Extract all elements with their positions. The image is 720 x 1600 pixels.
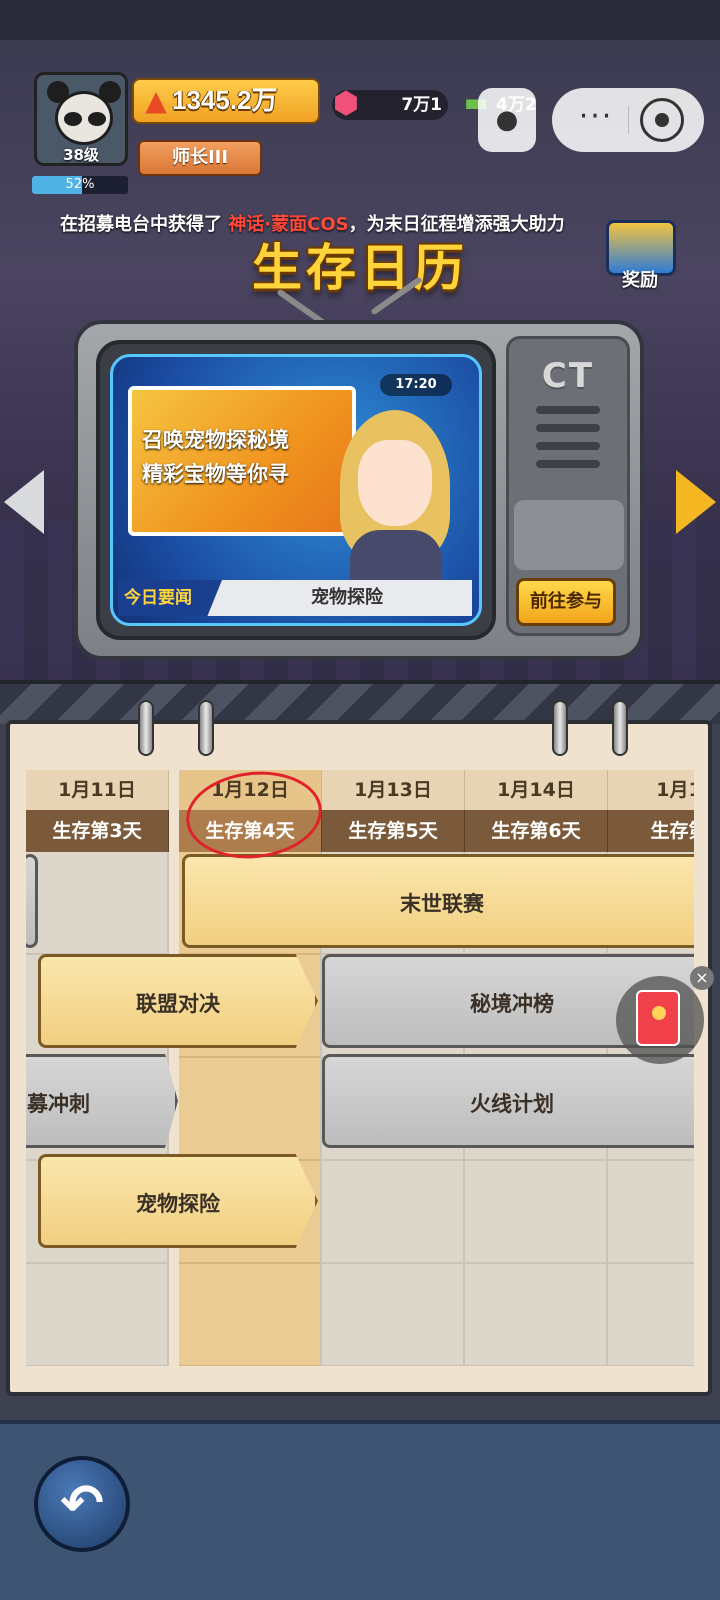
binder-ring-icon bbox=[198, 700, 214, 756]
flame-icon: ▲ bbox=[145, 84, 167, 117]
tv-speaker-slot bbox=[536, 442, 600, 450]
binder-ring-icon bbox=[552, 700, 568, 756]
rank-label: 师长III bbox=[171, 147, 229, 168]
date-cell: 1月14日 bbox=[465, 770, 608, 810]
date-cell: 1月1 bbox=[608, 770, 694, 810]
event-recruit-sprint[interactable]: 募冲刺 bbox=[26, 1054, 178, 1148]
survival-day-cell: 生存第 bbox=[608, 810, 694, 852]
tv-news-tag-label: 今日要闻 bbox=[124, 588, 192, 608]
tv-knob-panel bbox=[514, 500, 624, 570]
joystick-icon: ● bbox=[495, 105, 519, 135]
binder-ring-icon bbox=[138, 700, 154, 756]
tv-brand-logo: CT bbox=[541, 356, 595, 396]
event-doomsday-league[interactable]: 末世联赛 bbox=[182, 854, 694, 948]
power-value: 1345.2万 bbox=[172, 85, 278, 115]
calendar-grid[interactable]: 1月11日 生存第3天 1月12日 生存第4天 1月13日 生存第5天 1月14… bbox=[26, 770, 694, 1366]
event-alliance-duel[interactable]: 联盟对决 bbox=[38, 954, 318, 1048]
tv-promo-line-2: 精彩宝物等你寻 bbox=[142, 462, 289, 486]
tv-clock: 17:20 bbox=[380, 374, 452, 396]
back-arrow-icon[interactable]: ↶ bbox=[34, 1456, 130, 1552]
binder-ring-icon bbox=[612, 700, 628, 756]
exp-percent: 52% bbox=[65, 177, 95, 192]
news-ticker-prefix: 在招募电台中获得了 bbox=[60, 214, 222, 235]
reward-label[interactable]: 奖励 bbox=[600, 266, 680, 292]
tv-speaker-slot bbox=[536, 424, 600, 432]
tv-promo-line-1: 召唤宠物探秘境 bbox=[142, 428, 289, 452]
prev-arrow-icon[interactable] bbox=[4, 470, 44, 534]
date-cell: 1月11日 bbox=[26, 770, 169, 810]
gem-value: 7万1 bbox=[401, 95, 442, 115]
news-anchor-face bbox=[358, 440, 432, 526]
close-miniprogram-icon[interactable] bbox=[640, 98, 684, 142]
panda-face-icon bbox=[55, 91, 113, 145]
survival-day-cell: 生存第6天 bbox=[465, 810, 608, 852]
tv-speaker-slot bbox=[536, 460, 600, 468]
capsule-divider bbox=[628, 106, 629, 134]
red-packet-close-icon[interactable]: × bbox=[690, 966, 714, 990]
next-arrow-icon[interactable] bbox=[676, 470, 716, 534]
date-cell: 1月13日 bbox=[322, 770, 465, 810]
go-participate-label[interactable]: 前往参与 bbox=[516, 578, 616, 626]
event-fire-line-plan[interactable]: 火线计划 bbox=[322, 1054, 694, 1148]
survival-day-cell: 生存第3天 bbox=[26, 810, 169, 852]
red-packet-icon[interactable] bbox=[636, 990, 680, 1046]
player-level: 38级 bbox=[63, 146, 99, 164]
survival-day-cell: 生存第5天 bbox=[322, 810, 465, 852]
more-icon[interactable]: ··· bbox=[566, 88, 626, 146]
event-bar-partial bbox=[26, 854, 38, 948]
tv-news-title: 宠物探险 bbox=[311, 587, 383, 608]
page-title: 生存日历 bbox=[252, 239, 468, 297]
tv-speaker-slot bbox=[536, 406, 600, 414]
event-pet-adventure[interactable]: 宠物探险 bbox=[38, 1154, 318, 1248]
